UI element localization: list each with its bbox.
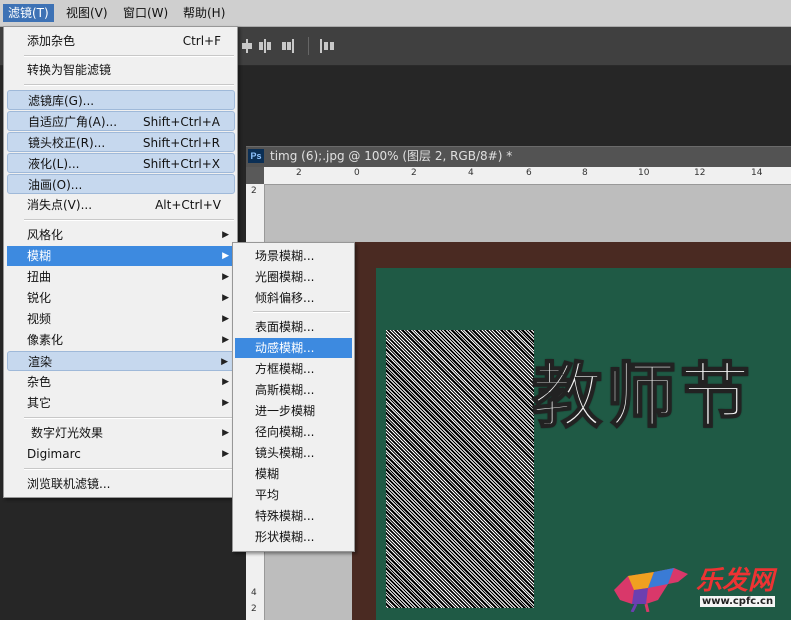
menu-bar: 滤镜(T) 视图(V) 窗口(W) 帮助(H) [0, 0, 791, 27]
align-right-icon[interactable] [280, 39, 294, 53]
submenu-arrow-icon: ▶ [222, 398, 229, 408]
menu-separator [24, 55, 234, 57]
bull-logo-icon [614, 568, 688, 612]
ruler-tick: 4 [468, 168, 474, 178]
toolbar-divider [308, 37, 309, 55]
ruler-tick: 10 [638, 168, 650, 178]
submenu-item-gaussian-blur[interactable]: 高斯模糊... [235, 380, 352, 400]
submenu-item-blur-more[interactable]: 进一步模糊 [235, 401, 352, 421]
ruler-tick: 6 [526, 168, 532, 178]
submenu-arrow-icon: ▶ [222, 377, 229, 387]
menu-help[interactable]: 帮助(H) [178, 4, 230, 22]
submenu-arrow-icon: ▶ [222, 293, 229, 303]
menu-item-filter-gallery[interactable]: 滤镜库(G)... [7, 90, 235, 110]
menu-item-convert-smart-filter[interactable]: 转换为智能滤镜 [7, 60, 235, 80]
align-hcenter-icon[interactable] [258, 39, 272, 53]
ruler-tick: 8 [582, 168, 588, 178]
submenu-arrow-icon: ▶ [222, 314, 229, 324]
menu-item-digital-light[interactable]: 数字灯光效果 ▶ [7, 423, 235, 443]
menu-item-browse-online[interactable]: 浏览联机滤镜... [7, 474, 235, 494]
menu-item-lens-correction[interactable]: 镜头校正(R)... Shift+Ctrl+R [7, 132, 235, 152]
menu-item-adaptive-wide-angle[interactable]: 自适应广角(A)... Shift+Ctrl+A [7, 111, 235, 131]
menu-item-blur[interactable]: 模糊 ▶ [7, 246, 235, 266]
menu-item-add-noise[interactable]: 添加杂色 Ctrl+F [7, 31, 235, 51]
submenu-item-tilt-shift[interactable]: 倾斜偏移... [235, 288, 352, 308]
menu-window[interactable]: 窗口(W) [118, 4, 173, 22]
menu-item-liquify[interactable]: 液化(L)... Shift+Ctrl+X [7, 153, 235, 173]
menu-item-other[interactable]: 其它 ▶ [7, 393, 235, 413]
submenu-arrow-icon: ▶ [222, 449, 229, 459]
menu-item-stylize[interactable]: 风格化 ▶ [7, 225, 235, 245]
menu-separator [24, 417, 234, 419]
menu-item-noise[interactable]: 杂色 ▶ [7, 372, 235, 392]
menu-separator [24, 468, 234, 470]
submenu-item-box-blur[interactable]: 方框模糊... [235, 359, 352, 379]
submenu-item-motion-blur[interactable]: 动感模糊... [235, 338, 352, 358]
ruler-tick: 0 [354, 168, 360, 178]
submenu-arrow-icon: ▶ [222, 428, 229, 438]
menu-separator [253, 311, 350, 313]
submenu-item-average[interactable]: 平均 [235, 485, 352, 505]
ruler-tick: 14 [751, 168, 763, 178]
submenu-item-lens-blur[interactable]: 镜头模糊... [235, 443, 352, 463]
ruler-tick: 2 [251, 186, 257, 196]
ruler-tick: 2 [296, 168, 302, 178]
submenu-item-blur[interactable]: 模糊 [235, 464, 352, 484]
noise-selection [386, 330, 534, 608]
site-logo-text: 乐发网 [696, 566, 775, 596]
align-bottom-icon[interactable] [240, 39, 254, 53]
chalk-title: 教师节 [531, 354, 754, 438]
ruler-tick: 2 [251, 604, 257, 614]
ps-icon: Ps [248, 149, 264, 163]
blur-submenu: 场景模糊... 光圈模糊... 倾斜偏移... 表面模糊... 动感模糊... … [232, 242, 355, 552]
submenu-item-smart-blur[interactable]: 特殊模糊... [235, 506, 352, 526]
document-title: timg (6);.jpg @ 100% (图层 2, RGB/8#) * [270, 149, 513, 163]
ruler-tick: 12 [694, 168, 706, 178]
ruler-tick: 4 [251, 588, 257, 598]
menu-separator [24, 219, 234, 221]
distribute-icon[interactable] [320, 39, 334, 53]
submenu-arrow-icon: ▶ [221, 357, 228, 367]
filter-menu: 添加杂色 Ctrl+F 转换为智能滤镜 滤镜库(G)... 自适应广角(A)...… [3, 26, 238, 498]
submenu-item-radial-blur[interactable]: 径向模糊... [235, 422, 352, 442]
menu-item-sharpen[interactable]: 锐化 ▶ [7, 288, 235, 308]
submenu-arrow-icon: ▶ [222, 335, 229, 345]
submenu-arrow-icon: ▶ [222, 230, 229, 240]
site-logo-url: www.cpfc.cn [700, 596, 776, 607]
submenu-item-field-blur[interactable]: 场景模糊... [235, 246, 352, 266]
submenu-arrow-icon: ▶ [222, 272, 229, 282]
submenu-item-iris-blur[interactable]: 光圈模糊... [235, 267, 352, 287]
menu-item-digimarc[interactable]: Digimarc ▶ [7, 444, 235, 464]
ruler-tick: 2 [411, 168, 417, 178]
menu-separator [24, 84, 234, 86]
menu-item-render[interactable]: 渲染 ▶ [7, 351, 235, 371]
menu-item-pixelate[interactable]: 像素化 ▶ [7, 330, 235, 350]
submenu-item-shape-blur[interactable]: 形状模糊... [235, 527, 352, 547]
submenu-arrow-icon: ▶ [222, 251, 229, 261]
menu-item-oil-paint[interactable]: 油画(O)... [7, 174, 235, 194]
menu-item-distort[interactable]: 扭曲 ▶ [7, 267, 235, 287]
menu-item-video[interactable]: 视频 ▶ [7, 309, 235, 329]
submenu-item-surface-blur[interactable]: 表面模糊... [235, 317, 352, 337]
menu-item-vanishing-point[interactable]: 消失点(V)... Alt+Ctrl+V [7, 195, 235, 215]
menu-view[interactable]: 视图(V) [61, 4, 113, 22]
horizontal-ruler: 2 0 2 4 6 8 10 12 14 [264, 167, 791, 185]
menu-filter[interactable]: 滤镜(T) [3, 4, 54, 22]
